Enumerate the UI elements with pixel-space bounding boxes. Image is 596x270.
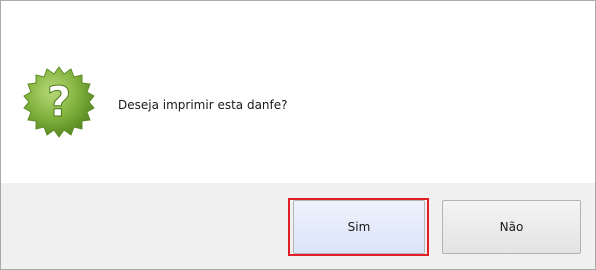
dialog-footer: Sim Não	[1, 183, 595, 269]
svg-text:?: ?	[47, 77, 71, 126]
yes-button-label: Sim	[347, 220, 371, 234]
confirm-dialog: ? Deseja imprimir esta danfe? Sim Não	[0, 0, 596, 270]
no-button[interactable]: Não	[442, 200, 581, 254]
yes-button[interactable]: Sim	[293, 200, 425, 254]
question-badge-icon: ?	[23, 66, 95, 138]
dialog-message: Deseja imprimir esta danfe?	[118, 98, 288, 112]
dialog-body: ? Deseja imprimir esta danfe?	[1, 1, 595, 183]
no-button-label: Não	[499, 220, 524, 234]
